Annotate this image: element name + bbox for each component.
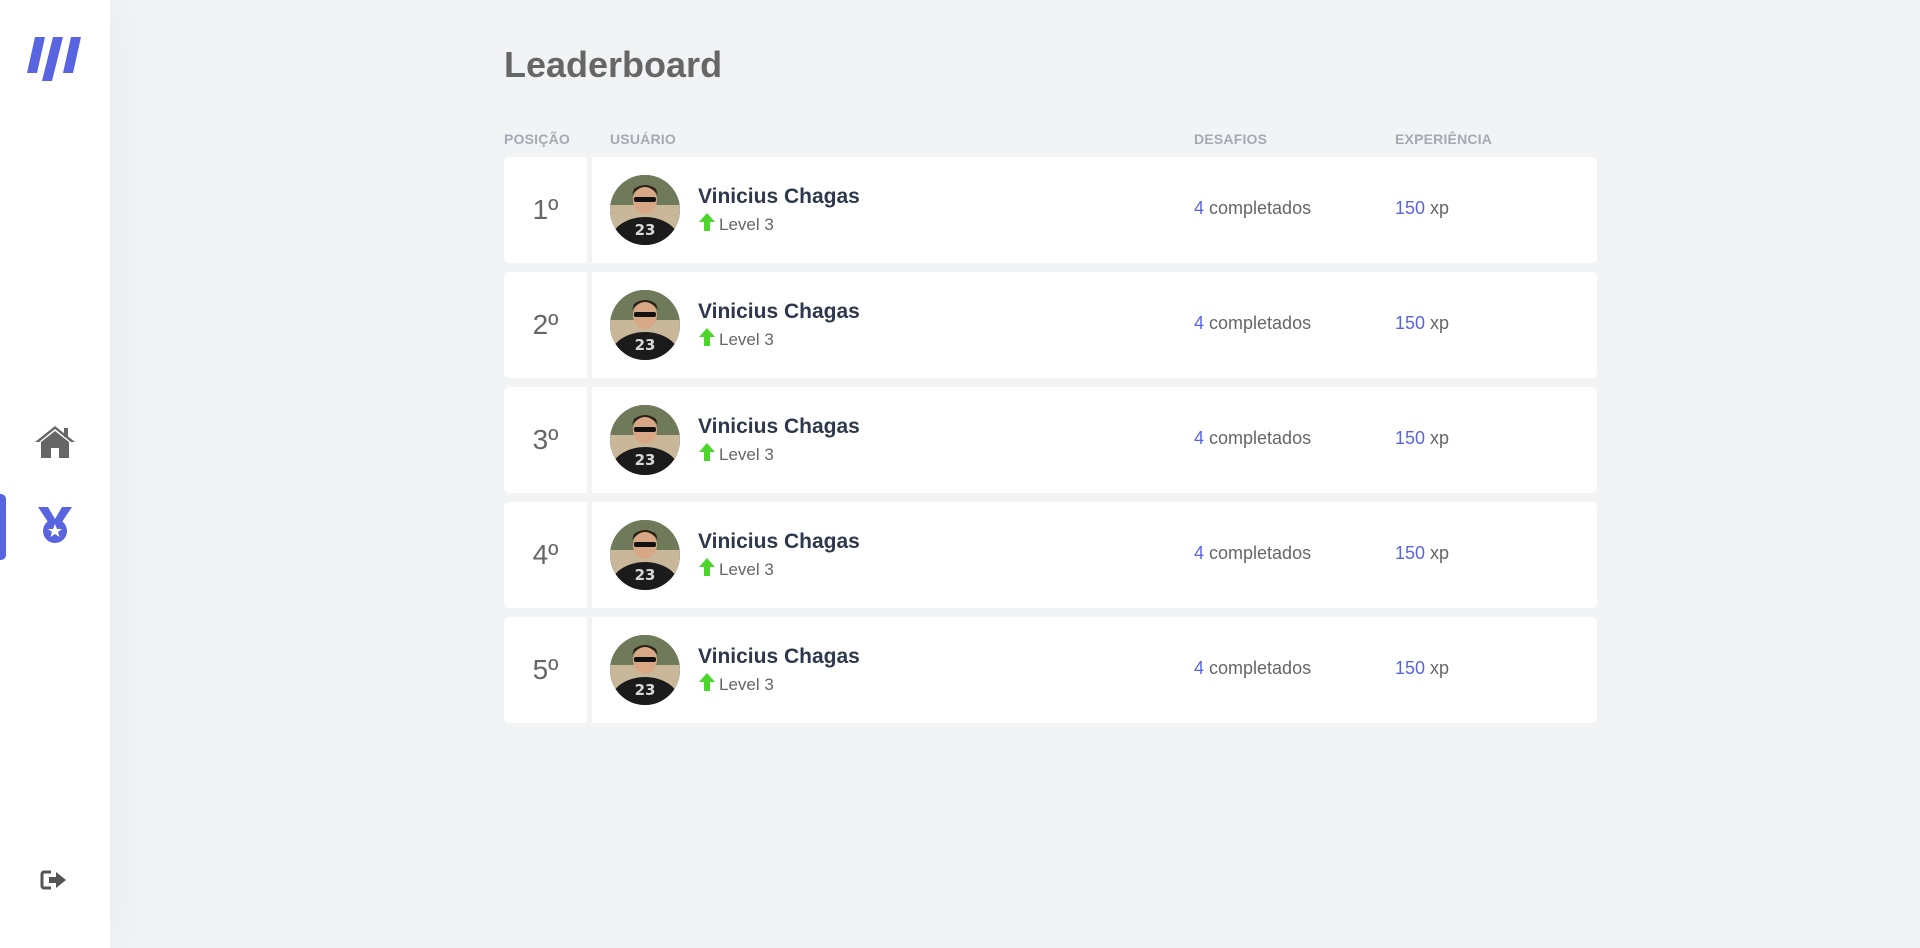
user-name: Vinicius Chagas bbox=[698, 415, 860, 438]
level-label: Level 3 bbox=[719, 444, 774, 464]
leaderboard-row: 4º 23 Vinicius Chagas Level 3 4 completa… bbox=[504, 502, 1597, 608]
svg-text:23: 23 bbox=[635, 566, 656, 584]
user-name: Vinicius Chagas bbox=[698, 300, 860, 323]
experience-points: 150 xp bbox=[1395, 428, 1449, 449]
svg-text:23: 23 bbox=[635, 681, 656, 699]
xp-suffix: xp bbox=[1425, 313, 1450, 333]
xp-suffix: xp bbox=[1425, 198, 1450, 218]
xp-suffix: xp bbox=[1425, 428, 1450, 448]
header-position: Posição bbox=[504, 131, 570, 147]
leaderboard-row: 1º 23 Vinicius Chagas Level 3 4 completa… bbox=[504, 157, 1597, 263]
level-up-icon bbox=[698, 442, 716, 467]
position-cell: 4º bbox=[504, 502, 587, 608]
page-title: Leaderboard bbox=[504, 44, 723, 85]
level-label: Level 3 bbox=[719, 559, 774, 579]
header-user: Usuário bbox=[610, 131, 676, 147]
logout-button[interactable] bbox=[36, 866, 72, 898]
avatar: 23 bbox=[610, 175, 680, 245]
header-experience: Experiência bbox=[1395, 131, 1493, 147]
challenges-suffix: completados bbox=[1204, 428, 1312, 448]
leaderboard-list: 1º 23 Vinicius Chagas Level 3 4 completa… bbox=[504, 157, 1597, 732]
medal-icon bbox=[36, 505, 74, 550]
challenges-count: 4 completados bbox=[1194, 428, 1311, 449]
user-name: Vinicius Chagas bbox=[698, 185, 860, 208]
user-name: Vinicius Chagas bbox=[698, 645, 860, 668]
user-level: Level 3 bbox=[698, 327, 774, 352]
logout-icon bbox=[40, 869, 68, 896]
level-up-icon bbox=[698, 327, 716, 352]
svg-text:23: 23 bbox=[635, 336, 656, 354]
user-info-cell: 23 Vinicius Chagas Level 3 4 completados… bbox=[592, 157, 1597, 263]
challenges-count: 4 completados bbox=[1194, 313, 1311, 334]
home-icon bbox=[35, 424, 75, 465]
svg-text:23: 23 bbox=[635, 451, 656, 469]
challenges-suffix: completados bbox=[1204, 658, 1312, 678]
user-level: Level 3 bbox=[698, 672, 774, 697]
position-cell: 3º bbox=[504, 387, 587, 493]
avatar: 23 bbox=[610, 290, 680, 360]
nav-leaderboard[interactable] bbox=[0, 494, 110, 560]
challenges-count: 4 completados bbox=[1194, 543, 1311, 564]
user-name: Vinicius Chagas bbox=[698, 530, 860, 553]
active-indicator bbox=[0, 494, 6, 560]
xp-value: 150 bbox=[1395, 313, 1426, 333]
challenges-value: 4 bbox=[1194, 313, 1205, 333]
leaderboard-row: 2º 23 Vinicius Chagas Level 3 4 completa… bbox=[504, 272, 1597, 378]
challenges-value: 4 bbox=[1194, 198, 1205, 218]
level-label: Level 3 bbox=[719, 214, 774, 234]
sidebar bbox=[0, 0, 110, 948]
user-info-cell: 23 Vinicius Chagas Level 3 4 completados… bbox=[592, 387, 1597, 493]
challenges-value: 4 bbox=[1194, 658, 1205, 678]
xp-value: 150 bbox=[1395, 198, 1426, 218]
level-up-icon bbox=[698, 557, 716, 582]
user-level: Level 3 bbox=[698, 212, 774, 237]
level-up-icon bbox=[698, 672, 716, 697]
avatar: 23 bbox=[610, 405, 680, 475]
user-info-cell: 23 Vinicius Chagas Level 3 4 completados… bbox=[592, 617, 1597, 723]
position-cell: 2º bbox=[504, 272, 587, 378]
level-label: Level 3 bbox=[719, 674, 774, 694]
svg-text:23: 23 bbox=[635, 221, 656, 239]
challenges-suffix: completados bbox=[1204, 543, 1312, 563]
challenges-count: 4 completados bbox=[1194, 658, 1311, 679]
experience-points: 150 xp bbox=[1395, 658, 1449, 679]
avatar: 23 bbox=[610, 635, 680, 705]
user-level: Level 3 bbox=[698, 442, 774, 467]
leaderboard-row: 3º 23 Vinicius Chagas Level 3 4 completa… bbox=[504, 387, 1597, 493]
xp-suffix: xp bbox=[1425, 658, 1450, 678]
challenges-count: 4 completados bbox=[1194, 198, 1311, 219]
level-up-icon bbox=[698, 212, 716, 237]
challenges-suffix: completados bbox=[1204, 198, 1312, 218]
position-cell: 5º bbox=[504, 617, 587, 723]
xp-value: 150 bbox=[1395, 428, 1426, 448]
leaderboard-row: 5º 23 Vinicius Chagas Level 3 4 completa… bbox=[504, 617, 1597, 723]
position-cell: 1º bbox=[504, 157, 587, 263]
xp-suffix: xp bbox=[1425, 543, 1450, 563]
challenges-value: 4 bbox=[1194, 543, 1205, 563]
user-info-cell: 23 Vinicius Chagas Level 3 4 completados… bbox=[592, 502, 1597, 608]
nav-home[interactable] bbox=[0, 411, 110, 477]
header-challenges: Desafios bbox=[1194, 131, 1268, 147]
logo-icon bbox=[27, 33, 83, 83]
level-label: Level 3 bbox=[719, 329, 774, 349]
experience-points: 150 xp bbox=[1395, 198, 1449, 219]
experience-points: 150 xp bbox=[1395, 543, 1449, 564]
experience-points: 150 xp bbox=[1395, 313, 1449, 334]
xp-value: 150 bbox=[1395, 658, 1426, 678]
challenges-value: 4 bbox=[1194, 428, 1205, 448]
user-level: Level 3 bbox=[698, 557, 774, 582]
xp-value: 150 bbox=[1395, 543, 1426, 563]
user-info-cell: 23 Vinicius Chagas Level 3 4 completados… bbox=[592, 272, 1597, 378]
challenges-suffix: completados bbox=[1204, 313, 1312, 333]
avatar: 23 bbox=[610, 520, 680, 590]
